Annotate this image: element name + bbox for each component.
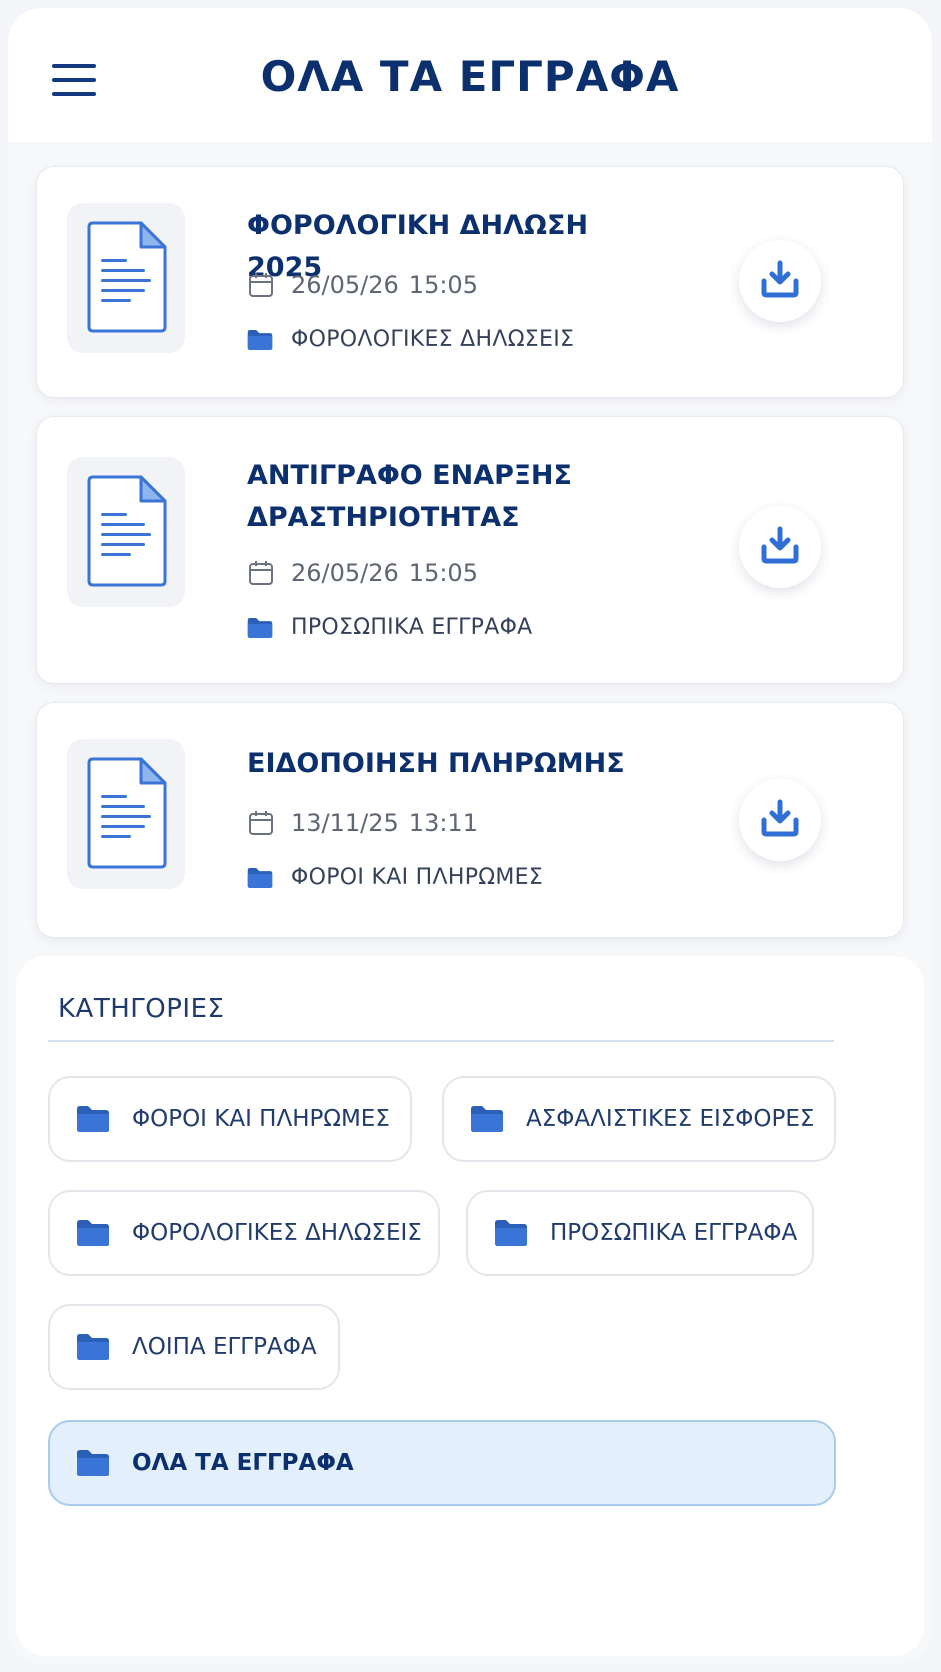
document-card[interactable]: ΑΝΤΙΓΡΑΦΟ ΕΝΑΡΞΗΣ ΔΡΑΣΤΗΡΙΟΤΗΤΑΣ 26/05/2… [36,416,904,684]
document-file-icon [85,221,167,333]
category-chip-personal-documents[interactable]: ΠΡΟΣΩΠΙΚΑ ΕΓΓΡΑΦΑ [466,1190,814,1276]
download-icon [760,525,800,565]
document-date-row: 26/05/26 15:05 [247,271,478,299]
document-time: 15:05 [408,271,478,299]
folder-icon [247,617,273,639]
document-time: 15:05 [408,559,478,587]
page-title: ΟΛΑ ΤΑ ΕΓΓΡΑΦΑ [260,52,680,101]
document-category-label: ΠΡΟΣΩΠΙΚΑ ΕΓΓΡΑΦΑ [291,615,533,640]
document-card[interactable]: ΦΟΡΟΛΟΓΙΚΗ ΔΗΛΩΣΗ 2025 26/05/26 15:05 ΦΟ… [36,166,904,398]
calendar-icon [247,809,275,837]
category-chip-label: ΟΛΑ ΤΑ ΕΓΓΡΑΦΑ [132,1450,354,1476]
download-button[interactable] [739,506,821,588]
document-date: 26/05/26 [291,559,399,587]
document-thumbnail [67,457,185,607]
download-button[interactable] [739,240,821,322]
category-chip-label: ΑΣΦΑΛΙΣΤΙΚΕΣ ΕΙΣΦΟΡΕΣ [526,1106,815,1132]
document-category: ΠΡΟΣΩΠΙΚΑ ΕΓΓΡΑΦΑ [247,615,533,640]
category-chip-label: ΦΟΡΟΙ ΚΑΙ ΠΛΗΡΩΜΕΣ [132,1106,390,1132]
document-date-row: 13/11/25 13:11 [247,809,478,837]
document-thumbnail [67,739,185,889]
document-category: ΦΟΡΟΙ ΚΑΙ ΠΛΗΡΩΜΕΣ [247,865,543,890]
category-chip-label: ΛΟΙΠΑ ΕΓΓΡΑΦΑ [132,1334,317,1360]
download-button[interactable] [739,779,821,861]
categories-heading: ΚΑΤΗΓΟΡΙΕΣ [58,994,225,1024]
document-title: ΕΙΔΟΠΟΙΗΣΗ ΠΛΗΡΩΜΗΣ [247,748,625,779]
calendar-icon [247,271,275,299]
categories-panel: ΚΑΤΗΓΟΡΙΕΣ ΦΟΡΟΙ ΚΑΙ ΠΛΗΡΩΜΕΣ ΑΣΦΑΛΙΣΤΙΚ… [16,956,924,1656]
category-chip-label: ΦΟΡΟΛΟΓΙΚΕΣ ΔΗΛΩΣΕΙΣ [132,1220,422,1246]
folder-icon [76,1449,110,1477]
document-date-row: 26/05/26 15:05 [247,559,478,587]
calendar-icon [247,559,275,587]
document-category: ΦΟΡΟΛΟΓΙΚΕΣ ΔΗΛΩΣΕΙΣ [247,327,574,352]
category-chip-other-documents[interactable]: ΛΟΙΠΑ ΕΓΓΡΑΦΑ [48,1304,340,1390]
categories-divider [48,1040,834,1042]
document-file-icon [85,757,167,869]
app-screen: ΟΛΑ ΤΑ ΕΓΓΡΑΦΑ ΦΟΡΟΛΟΓΙΚΗ ΔΗΛΩΣΗ 2025 26… [8,8,932,1664]
document-date: 13/11/25 [291,809,399,837]
folder-icon [247,329,273,351]
category-chip-taxes-payments[interactable]: ΦΟΡΟΙ ΚΑΙ ΠΛΗΡΩΜΕΣ [48,1076,412,1162]
document-thumbnail [67,203,185,353]
download-icon [760,798,800,838]
document-file-icon [85,475,167,587]
category-chip-all-documents[interactable]: ΟΛΑ ΤΑ ΕΓΓΡΑΦΑ [48,1420,836,1506]
document-time: 13:11 [408,809,478,837]
folder-icon [76,1333,110,1361]
document-card[interactable]: ΕΙΔΟΠΟΙΗΣΗ ΠΛΗΡΩΜΗΣ 13/11/25 13:11 ΦΟΡΟΙ… [36,702,904,938]
folder-icon [470,1105,504,1133]
document-date: 26/05/26 [291,271,399,299]
download-icon [760,259,800,299]
category-chip-label: ΠΡΟΣΩΠΙΚΑ ΕΓΓΡΑΦΑ [550,1220,798,1246]
document-category-label: ΦΟΡΟΙ ΚΑΙ ΠΛΗΡΩΜΕΣ [291,865,544,890]
folder-icon [76,1219,110,1247]
folder-icon [494,1219,528,1247]
folder-icon [247,867,273,889]
top-bar: ΟΛΑ ΤΑ ΕΓΓΡΑΦΑ [8,8,932,142]
document-category-label: ΦΟΡΟΛΟΓΙΚΕΣ ΔΗΛΩΣΕΙΣ [291,327,575,352]
document-title: ΑΝΤΙΓΡΑΦΟ ΕΝΑΡΞΗΣ ΔΡΑΣΤΗΡΙΟΤΗΤΑΣ [247,460,572,533]
folder-icon [76,1105,110,1133]
category-chip-insurance-contributions[interactable]: ΑΣΦΑΛΙΣΤΙΚΕΣ ΕΙΣΦΟΡΕΣ [442,1076,836,1162]
category-chip-tax-declarations[interactable]: ΦΟΡΟΛΟΓΙΚΕΣ ΔΗΛΩΣΕΙΣ [48,1190,440,1276]
